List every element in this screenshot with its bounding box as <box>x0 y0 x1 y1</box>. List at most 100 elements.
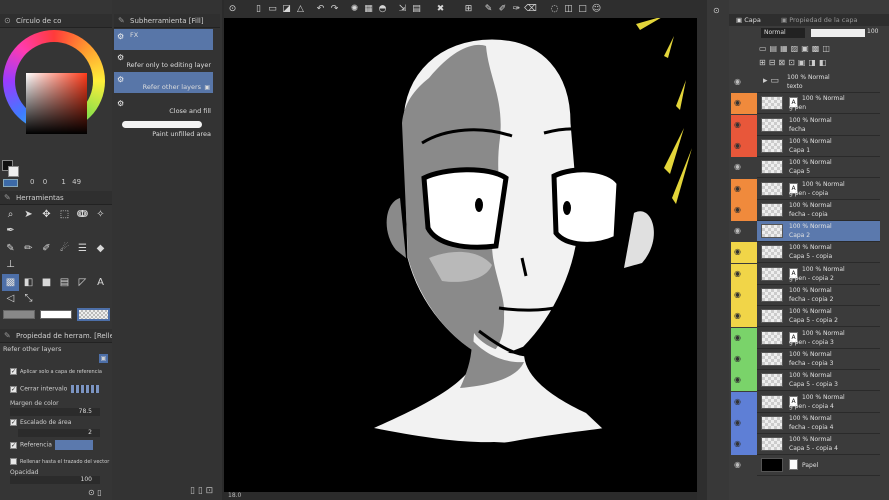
ref-select[interactable] <box>54 440 93 450</box>
square-icon[interactable]: □ <box>576 3 589 15</box>
fill-tool-icon[interactable]: ▩ <box>2 274 19 291</box>
visibility-eye-icon[interactable]: ◉ <box>734 98 741 107</box>
visibility-eye-icon[interactable]: ◉ <box>734 418 741 427</box>
apply-checkbox[interactable]: ✓ <box>10 368 17 375</box>
fill-checkbox[interactable] <box>10 458 17 465</box>
area-checkbox[interactable]: ✓ <box>10 419 17 426</box>
layer-row[interactable]: ◉ 100 % Normal fecha - copia 3 <box>731 348 880 370</box>
subtool-close-fill[interactable]: ⚙ Close and fill <box>114 96 213 117</box>
layer-row[interactable]: ◉ 100 % Normal Capa 5 - copia 3 <box>731 370 880 392</box>
panel-toggle-icon[interactable]: ⊙ <box>713 6 720 15</box>
mirror-icon[interactable]: ◫ <box>562 3 575 15</box>
tab-layer-props[interactable]: ▣ Propiedad de la capa <box>781 14 857 26</box>
settings-icon[interactable]: ✺ <box>348 3 361 15</box>
margin-row[interactable]: Margen de color <box>10 400 118 407</box>
visibility-eye-icon[interactable]: ◉ <box>734 141 741 150</box>
brush-tool-icon[interactable]: ✐ <box>38 240 55 257</box>
redo-icon[interactable]: ↷ <box>328 3 341 15</box>
undo-icon[interactable]: ↶ <box>314 3 327 15</box>
layer-row[interactable]: ◉ 100 % Normal Capa 2 <box>731 221 880 243</box>
layer-row[interactable]: ◉ A 100 % Normal g pen - copia <box>731 178 880 200</box>
subtool-refer-editing[interactable]: ⚙ Refer only to editing layer <box>114 50 213 71</box>
export-icon[interactable]: △ <box>294 3 307 15</box>
clear-icon[interactable]: ✖ <box>434 3 447 15</box>
visibility-eye-icon[interactable]: ◉ <box>734 269 741 278</box>
layer-row[interactable]: ◉ 100 % Normal Capa 5 - copia 2 <box>731 306 880 328</box>
layer-row[interactable]: ◉ 100 % Normal fecha - copia 2 <box>731 285 880 306</box>
visibility-eye-icon[interactable]: ◉ <box>734 184 741 193</box>
fill-row[interactable]: Rellenar hasta el trazado del vector <box>10 458 118 465</box>
menu-icon[interactable]: ⊙ <box>226 3 239 15</box>
gap-checkbox[interactable]: ✓ <box>10 385 17 393</box>
layer-row[interactable]: ◉ Papel <box>731 455 880 477</box>
visibility-eye-icon[interactable]: ◉ <box>734 397 741 406</box>
blend-mode-select[interactable]: Normal <box>761 28 805 38</box>
stamp-tool-icon[interactable]: ⊥ <box>2 256 19 273</box>
layer-row[interactable]: ◉ ▸ ▭ 100 % Normal texto <box>731 72 880 93</box>
layer-row[interactable]: ◉ 100 % Normal Capa 5 - copia 4 <box>731 434 880 456</box>
pen-tool-icon[interactable]: ✎ <box>2 240 19 257</box>
layer-row[interactable]: ◉ A 100 % Normal g pen - copia 3 <box>731 327 880 349</box>
transparent-color-bar[interactable] <box>77 308 110 321</box>
eraser-tool-icon[interactable]: ◆ <box>92 240 109 257</box>
pen-curve-icon[interactable]: ✑ <box>510 3 523 15</box>
visibility-eye-icon[interactable]: ◉ <box>734 247 741 256</box>
selection-tool-icon[interactable]: ⬚ <box>56 206 73 223</box>
props-settings-button[interactable]: ▣ <box>99 354 108 363</box>
gradient-tool-icon[interactable]: ◧ <box>20 274 37 291</box>
save-icon[interactable]: ◪ <box>280 3 293 15</box>
subtool-refer-other[interactable]: ⚙ Refer other layers ▣ <box>114 72 213 93</box>
visibility-eye-icon[interactable]: ◉ <box>734 205 741 214</box>
ref-row[interactable]: ✓ Referencia <box>10 440 118 450</box>
layer-row[interactable]: ◉ A 100 % Normal g pen - copia 2 <box>731 263 880 285</box>
apply-row[interactable]: ✓ Aplicar solo a capa de referencia <box>10 368 118 375</box>
area-row[interactable]: ✓ Escalado de área <box>10 419 118 426</box>
eraser-icon[interactable]: ⌫ <box>524 3 537 15</box>
opacity-slider[interactable]: 100 <box>10 476 100 484</box>
opacity-bar[interactable] <box>811 29 865 37</box>
props-footer-icons[interactable]: ⊙ ▯ <box>88 488 102 497</box>
layer-row[interactable]: ◉ A 100 % Normal g pen <box>731 93 880 115</box>
sub-color-swatch[interactable] <box>8 166 19 177</box>
gap-slider[interactable] <box>71 385 100 393</box>
visibility-eye-icon[interactable]: ◉ <box>734 290 741 299</box>
canvas-right-scroll[interactable] <box>697 0 707 500</box>
airbrush-tool-icon[interactable]: ☄ <box>56 240 73 257</box>
pen-tilt-icon[interactable]: ✐ <box>496 3 509 15</box>
eyedropper-icon[interactable]: ✒ <box>2 222 19 239</box>
gap-row[interactable]: ✓ Cerrar intervalo <box>10 385 118 393</box>
figure-tool-icon[interactable]: ■ <box>38 274 55 291</box>
layer-row[interactable]: ◉ A 100 % Normal g pen - copia 4 <box>731 391 880 413</box>
frame-tool-icon[interactable]: ▤ <box>56 274 73 291</box>
visibility-eye-icon[interactable]: ◉ <box>734 311 741 320</box>
magic-wand-icon[interactable]: ✧ <box>92 206 109 223</box>
fill-icon[interactable]: ◓ <box>376 3 389 15</box>
visibility-eye-icon[interactable]: ◉ <box>734 162 741 171</box>
correct-line-tool-icon[interactable]: ⤡ <box>20 290 37 307</box>
visibility-eye-icon[interactable]: ◉ <box>734 333 741 342</box>
transparent-swatch[interactable] <box>3 179 18 187</box>
layer-row[interactable]: ◉ 100 % Normal Capa 5 <box>731 157 880 179</box>
layer-row[interactable]: ◉ 100 % Normal Capa 5 - copia <box>731 242 880 264</box>
grid-icon[interactable]: ▤ <box>410 3 423 15</box>
sub-color-bar[interactable] <box>40 310 72 319</box>
move-tool-icon[interactable]: ✥ <box>38 206 55 223</box>
visibility-eye-icon[interactable]: ◉ <box>734 77 741 86</box>
open-icon[interactable]: ▭ <box>266 3 279 15</box>
decoration-tool-icon[interactable]: ☰ <box>74 240 91 257</box>
layer-row[interactable]: ◉ 100 % Normal fecha - copia 4 <box>731 412 880 434</box>
layer-row[interactable]: ◉ 100 % Normal fecha - copia <box>731 199 880 221</box>
opacity-row[interactable]: Opacidad <box>10 469 118 476</box>
visibility-eye-icon[interactable]: ◉ <box>734 120 741 129</box>
new-file-icon[interactable]: ▯ <box>252 3 265 15</box>
saturation-value-box[interactable] <box>26 73 87 134</box>
tab-layer[interactable]: ▣ Capa <box>736 14 761 26</box>
ref-checkbox[interactable]: ✓ <box>10 441 17 449</box>
operation-tool-icon[interactable]: ➤ <box>20 206 37 223</box>
subtool-paint-unfilled[interactable]: Paint unfilled area <box>114 117 213 140</box>
transform-icon[interactable]: ⇲ <box>396 3 409 15</box>
area-slider[interactable]: 2 <box>18 429 100 437</box>
subtool-fx[interactable]: ⚙ FX <box>114 29 213 50</box>
layer-row[interactable]: ◉ 100 % Normal Capa 1 <box>731 135 880 157</box>
canvas-icon[interactable]: ▦ <box>362 3 375 15</box>
